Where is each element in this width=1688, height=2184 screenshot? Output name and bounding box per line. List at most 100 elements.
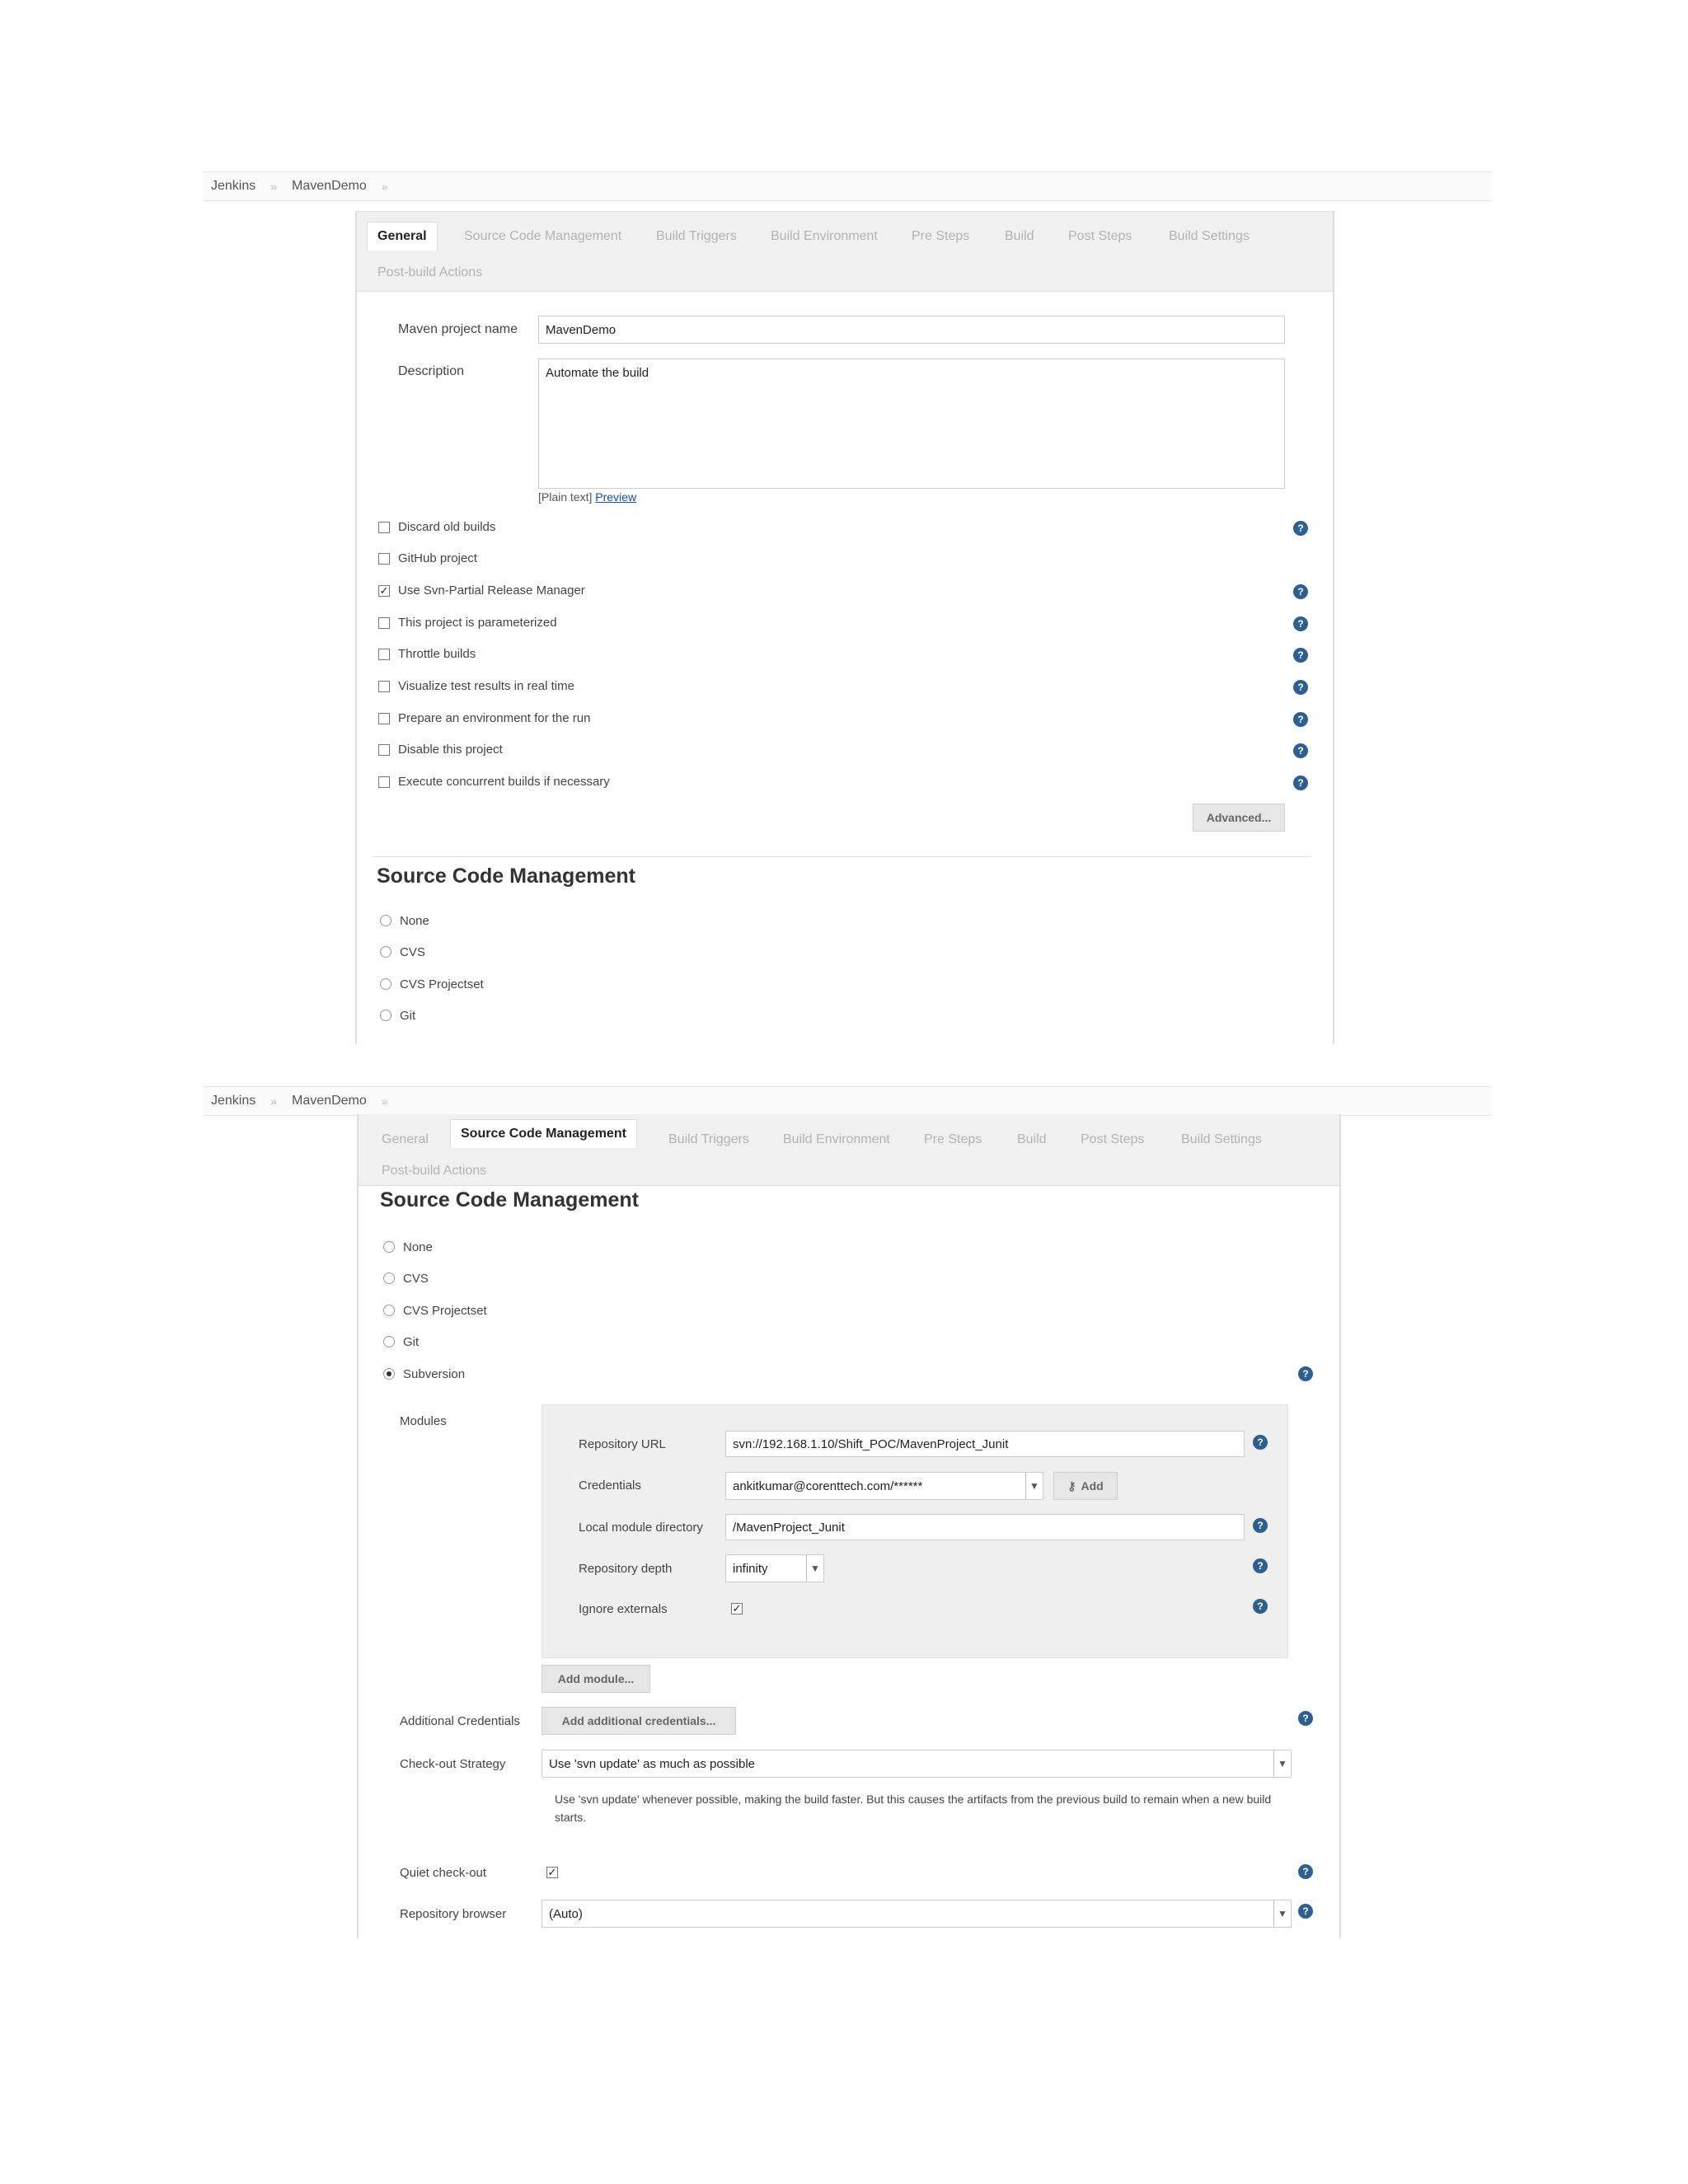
scm-radio-cvs[interactable] — [383, 1272, 395, 1284]
ignore-externals-checkbox[interactable]: ✓ — [731, 1603, 743, 1615]
description-textarea[interactable]: Automate the build — [538, 359, 1285, 489]
help-icon[interactable]: ? — [1293, 680, 1308, 695]
scm-radio-cvs-projectset[interactable] — [383, 1305, 395, 1316]
checkout-strategy-hint: Use 'svn update' whenever possible, maki… — [555, 1793, 1272, 1824]
tab-build-environment[interactable]: Build Environment — [783, 1132, 890, 1147]
prepare-environment-checkbox[interactable] — [378, 713, 390, 724]
visualize-test-results-checkbox[interactable] — [378, 681, 390, 692]
help-icon[interactable]: ? — [1293, 584, 1308, 599]
repository-url-input[interactable]: svn://192.168.1.10/Shift_POC/MavenProjec… — [725, 1431, 1245, 1457]
breadcrumb-jenkins[interactable]: Jenkins — [208, 179, 259, 194]
project-name-value: MavenDemo — [546, 322, 617, 337]
disable-project-checkbox[interactable] — [378, 744, 390, 756]
quiet-checkout-checkbox[interactable]: ✓ — [546, 1867, 558, 1878]
scm-section-title: Source Code Management — [377, 865, 635, 888]
repository-url-label: Repository URL — [579, 1437, 666, 1451]
breadcrumb-project[interactable]: MavenDemo — [288, 1094, 370, 1108]
scm-option-cvs-projectset: CVS Projectset — [400, 977, 484, 991]
project-name-label: Maven project name — [398, 322, 518, 336]
github-project-checkbox[interactable] — [378, 553, 390, 565]
breadcrumb-dropdown-arrow[interactable]: » — [370, 1094, 400, 1108]
scm-radio-none[interactable] — [380, 915, 392, 926]
tab-build[interactable]: Build — [1005, 229, 1034, 244]
add-module-button[interactable]: Add module... — [542, 1665, 650, 1693]
tab-build-triggers[interactable]: Build Triggers — [656, 229, 737, 244]
tab-pre-steps[interactable]: Pre Steps — [924, 1132, 982, 1147]
tab-source-code-management[interactable]: Source Code Management — [450, 1119, 637, 1148]
svn-partial-release-checkbox[interactable]: ✓ — [378, 585, 390, 597]
checkout-strategy-select[interactable]: Use 'svn update' as much as possible ▼ — [542, 1750, 1292, 1778]
help-icon[interactable]: ? — [1253, 1558, 1268, 1573]
help-icon[interactable]: ? — [1293, 712, 1308, 727]
tab-post-steps[interactable]: Post Steps — [1081, 1132, 1144, 1147]
scm-section-title: Source Code Management — [380, 1188, 639, 1212]
repository-depth-select[interactable]: infinity ▼ — [725, 1554, 824, 1582]
add-additional-credentials-button[interactable]: Add additional credentials... — [542, 1707, 736, 1735]
tab-source-code-management[interactable]: Source Code Management — [464, 229, 621, 244]
help-icon[interactable]: ? — [1298, 1366, 1313, 1381]
scm-radio-git[interactable] — [383, 1336, 395, 1347]
tab-post-build-actions[interactable]: Post-build Actions — [382, 1164, 486, 1179]
breadcrumb-separator: » — [270, 1094, 278, 1108]
svn-partial-release-label: Use Svn-Partial Release Manager — [398, 583, 585, 598]
help-icon[interactable]: ? — [1293, 776, 1308, 790]
repository-url-value: svn://192.168.1.10/Shift_POC/MavenProjec… — [733, 1436, 1009, 1451]
breadcrumb-jenkins[interactable]: Jenkins — [208, 1094, 259, 1108]
scm-option-git: Git — [400, 1009, 416, 1023]
tab-post-build-actions[interactable]: Post-build Actions — [377, 265, 482, 280]
help-icon[interactable]: ? — [1298, 1864, 1313, 1879]
concurrent-builds-checkbox[interactable] — [378, 776, 390, 788]
help-icon[interactable]: ? — [1298, 1904, 1313, 1919]
disable-project-label: Disable this project — [398, 743, 503, 757]
tab-pre-steps[interactable]: Pre Steps — [912, 229, 969, 244]
scm-radio-cvs[interactable] — [380, 946, 392, 958]
tab-general[interactable]: General — [367, 222, 438, 251]
add-button-label: Add — [1081, 1479, 1104, 1493]
local-module-directory-input[interactable]: /MavenProject_Junit — [725, 1514, 1245, 1540]
parameterized-checkbox[interactable] — [378, 617, 390, 629]
help-icon[interactable]: ? — [1293, 521, 1308, 536]
help-icon[interactable]: ? — [1253, 1518, 1268, 1533]
section-divider — [372, 856, 1311, 857]
tab-build[interactable]: Build — [1017, 1132, 1047, 1147]
scm-radio-none[interactable] — [383, 1241, 395, 1253]
scm-option-none: None — [403, 1240, 433, 1254]
help-icon[interactable]: ? — [1253, 1435, 1268, 1450]
help-icon[interactable]: ? — [1293, 616, 1308, 631]
local-module-directory-label: Local module directory — [579, 1521, 703, 1535]
tab-post-steps[interactable]: Post Steps — [1068, 229, 1132, 244]
scm-option-subversion: Subversion — [403, 1367, 466, 1381]
quiet-checkout-label: Quiet check-out — [400, 1866, 487, 1880]
help-icon[interactable]: ? — [1293, 743, 1308, 758]
help-icon[interactable]: ? — [1253, 1599, 1268, 1614]
repository-browser-select[interactable]: (Auto) ▼ — [542, 1900, 1292, 1928]
help-icon[interactable]: ? — [1293, 648, 1308, 663]
scm-radio-cvs-projectset[interactable] — [380, 978, 392, 990]
tab-build-settings[interactable]: Build Settings — [1169, 229, 1250, 244]
breadcrumb-project[interactable]: MavenDemo — [288, 179, 370, 194]
advanced-button[interactable]: Advanced... — [1193, 804, 1285, 832]
scm-radio-git[interactable] — [380, 1010, 392, 1021]
tab-general[interactable]: General — [382, 1132, 429, 1147]
repository-browser-label: Repository browser — [400, 1907, 507, 1921]
help-icon[interactable]: ? — [1298, 1711, 1313, 1726]
tab-build-settings[interactable]: Build Settings — [1181, 1132, 1262, 1147]
key-icon: ⚷ — [1067, 1479, 1076, 1493]
tab-bar: General Source Code Management Build Tri… — [357, 212, 1333, 292]
tab-build-environment[interactable]: Build Environment — [771, 229, 878, 244]
description-label: Description — [398, 364, 465, 378]
repository-depth-value: infinity — [733, 1561, 768, 1576]
project-name-input[interactable]: MavenDemo — [538, 316, 1285, 344]
credentials-select[interactable]: ankitkumar@corenttech.com/****** ▼ — [725, 1472, 1043, 1500]
throttle-builds-checkbox[interactable] — [378, 649, 390, 660]
scm-radio-subversion[interactable] — [383, 1368, 395, 1380]
credentials-value: ankitkumar@corenttech.com/****** — [733, 1479, 923, 1493]
breadcrumb-dropdown-arrow[interactable]: » — [370, 180, 400, 193]
preview-link[interactable]: Preview — [595, 490, 636, 504]
breadcrumb: Jenkins » MavenDemo » — [203, 1086, 1492, 1116]
config-panel-general: General Source Code Management Build Tri… — [355, 211, 1334, 1044]
discard-old-builds-checkbox[interactable] — [378, 522, 390, 533]
tab-build-triggers[interactable]: Build Triggers — [668, 1132, 749, 1147]
ignore-externals-label: Ignore externals — [579, 1602, 668, 1616]
add-credentials-button[interactable]: ⚷ Add — [1053, 1472, 1118, 1500]
